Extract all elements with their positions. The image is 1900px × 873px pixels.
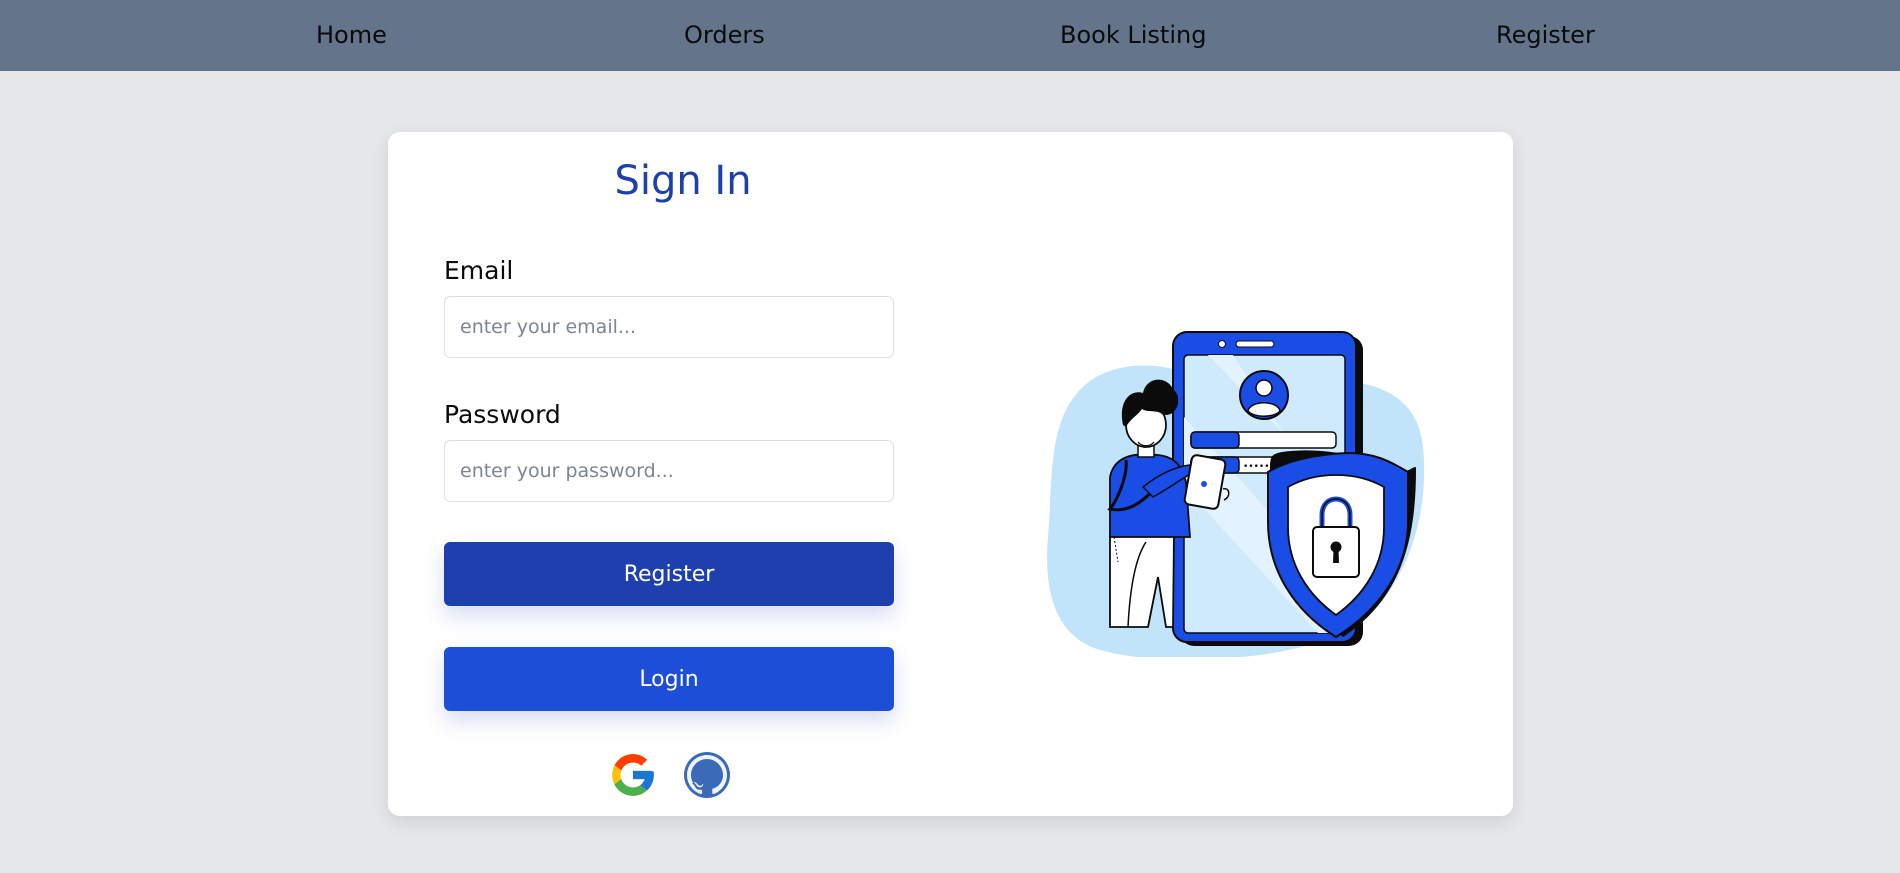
email-label: Email [444,256,514,285]
page-title: Sign In [614,158,752,204]
password-label: Password [444,400,561,429]
login-button[interactable]: Login [444,647,894,711]
email-field[interactable] [444,296,894,358]
nav-book-listing[interactable]: Book Listing [1060,0,1206,71]
signin-card: Sign In Email Password Register Login [388,132,1513,816]
nav-home[interactable]: Home [316,0,387,71]
navbar: Home Orders Book Listing Register [0,0,1900,71]
nav-orders[interactable]: Orders [684,0,765,71]
security-login-illustration: ••••••••••••••• [1018,297,1468,660]
google-icon[interactable] [608,750,658,800]
register-button[interactable]: Register [444,542,894,606]
nav-register[interactable]: Register [1496,0,1595,71]
password-field[interactable] [444,440,894,502]
github-icon[interactable] [682,750,732,800]
